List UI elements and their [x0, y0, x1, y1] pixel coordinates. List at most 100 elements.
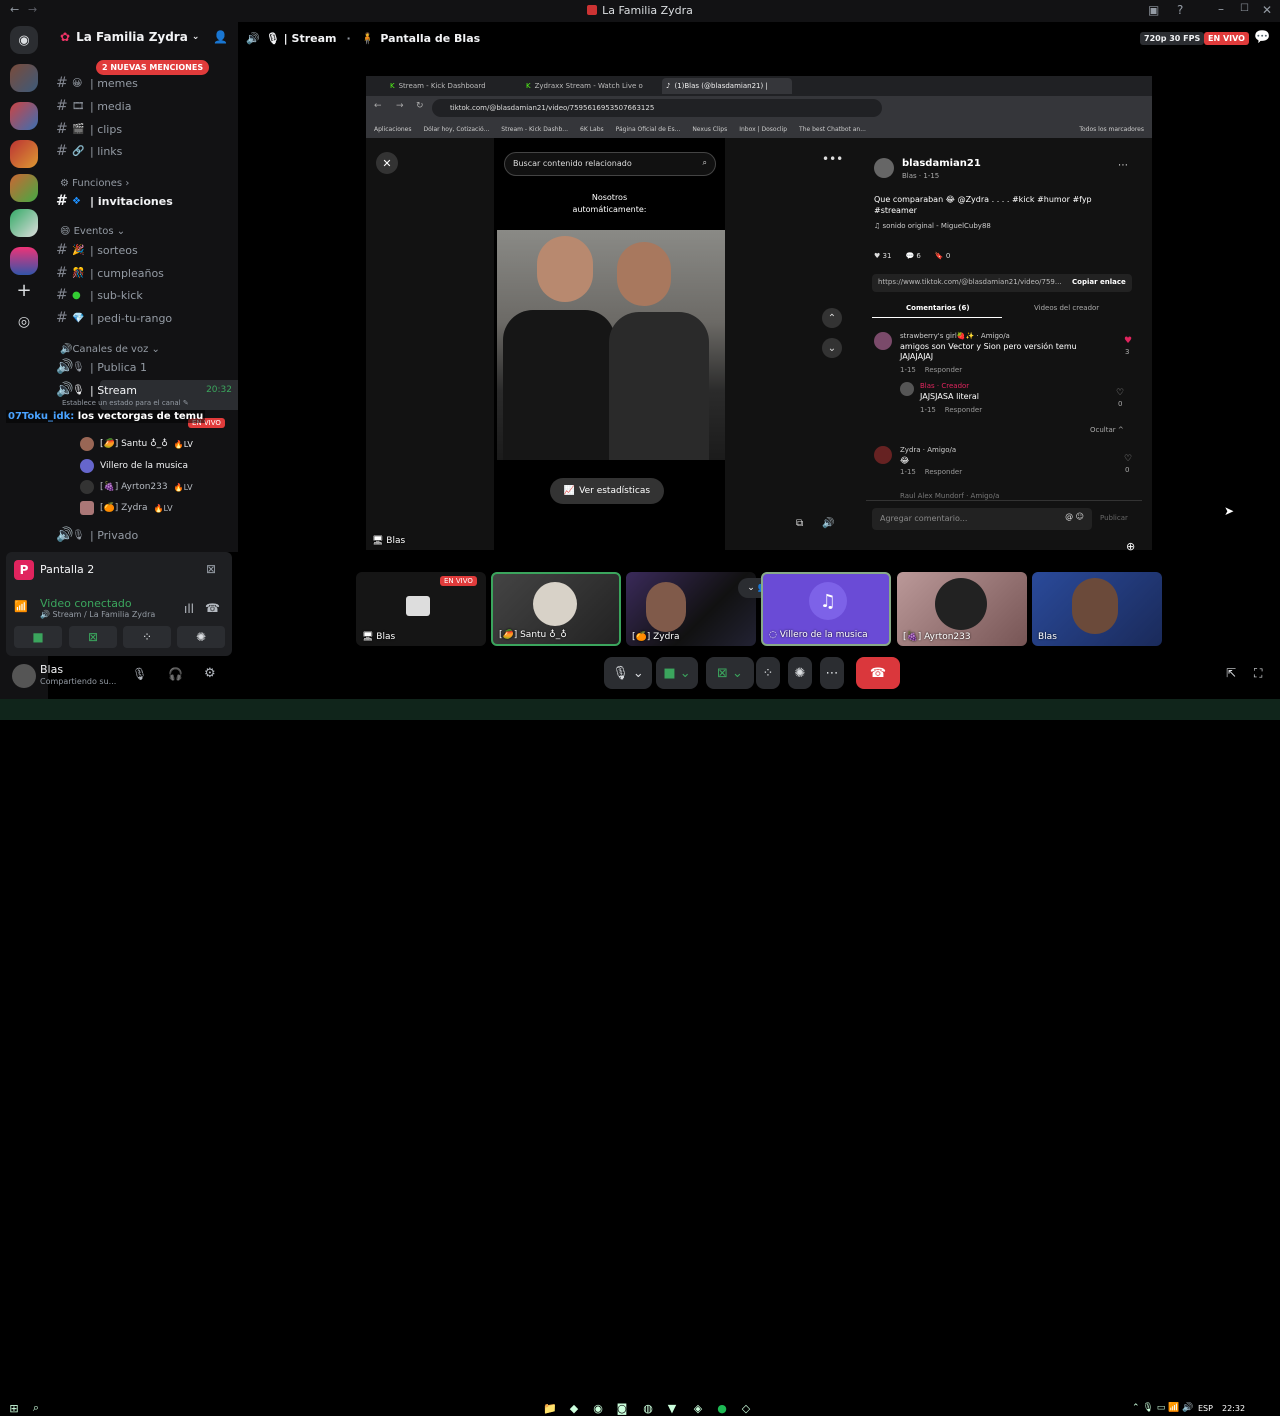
soundboard-button[interactable]: ✺: [788, 657, 812, 689]
connection-status[interactable]: Video conectado: [40, 597, 132, 610]
shared-screen[interactable]: K Stream - Kick Dashboard K Zydraxx Stream…: [366, 76, 1152, 550]
avatar[interactable]: [12, 664, 36, 688]
browser-tab-active[interactable]: ♪ (1)Blas (@blasdamian21) |: [662, 78, 792, 94]
server-header[interactable]: ✿ La Familia Zydra ⌄ 👤: [48, 22, 238, 52]
voice-stream[interactable]: 🔊 🎙 | Stream 20:32: [56, 380, 232, 400]
zoom-icon[interactable]: ⊕: [1126, 540, 1135, 553]
hide-replies-button[interactable]: Ocultar ^: [1090, 426, 1124, 434]
mic-icon[interactable]: 🎙: [132, 667, 147, 681]
channel-media[interactable]: # 🎞 | media: [56, 96, 232, 116]
avatar[interactable]: [874, 158, 894, 178]
obs-icon[interactable]: ◉: [590, 1400, 606, 1416]
comment-meta[interactable]: 1-15 Responder: [900, 366, 962, 374]
bookmark[interactable]: Stream - Kick Dashb...: [501, 126, 568, 133]
close-window-button[interactable]: ✕: [1262, 3, 1272, 17]
camera-button[interactable]: ■ ⌄: [656, 657, 698, 689]
app-icon[interactable]: ◈: [690, 1400, 706, 1416]
noise-icon[interactable]: ıll: [184, 602, 194, 616]
tab-comments[interactable]: Comentarios (6): [906, 304, 970, 312]
windows-start-icon[interactable]: ⊞: [6, 1400, 22, 1416]
maximize-button[interactable]: ☐: [1240, 3, 1249, 14]
system-tray[interactable]: ⌃ 🎙 ▭ 📶 🔊: [1132, 1403, 1193, 1413]
comment-button[interactable]: 💬 6: [905, 252, 920, 260]
like-button[interactable]: ♥ 31: [874, 252, 891, 260]
file-explorer-icon[interactable]: 📁: [542, 1400, 558, 1416]
save-button[interactable]: 🔖 0: [935, 252, 950, 260]
category-canales-de-voz[interactable]: 🔊Canales de voz ⌄: [60, 344, 160, 355]
close-icon[interactable]: ✕: [376, 152, 398, 174]
steam-icon[interactable]: ◆: [566, 1400, 582, 1416]
screen-share-button[interactable]: ⊠: [69, 626, 117, 648]
channel-sub-kick[interactable]: # ● | sub-kick: [56, 285, 232, 305]
fullscreen-icon[interactable]: ⛶: [1254, 666, 1262, 681]
channel-status[interactable]: Establece un estado para el canal ✎: [62, 399, 189, 407]
reload-icon[interactable]: ↻: [416, 101, 424, 111]
channel-invitaciones[interactable]: # ❖ | invitaciones: [56, 191, 232, 211]
channel-clips[interactable]: # 🎬 | clips: [56, 119, 232, 139]
voice-member-ayrton[interactable]: [🍇] Ayrton233🔥LV■: [80, 477, 238, 497]
gear-icon[interactable]: ⚙: [204, 666, 216, 681]
chrome-icon[interactable]: ◍: [640, 1400, 656, 1416]
bookmark[interactable]: Nexus Clips: [692, 126, 727, 133]
server-la-familia-zydra[interactable]: [10, 174, 38, 202]
browser-tab[interactable]: K Stream - Kick Dashboard: [390, 78, 520, 94]
post-button[interactable]: Publicar: [1100, 514, 1128, 522]
discord-home-icon[interactable]: ◉: [10, 26, 38, 54]
participant-tile[interactable]: Blas: [1032, 572, 1162, 646]
comment-user[interactable]: Zydra · Amigo/a: [900, 446, 956, 454]
bookmark[interactable]: 6K Labs: [580, 126, 604, 133]
author-name[interactable]: blasdamian21: [902, 158, 981, 169]
spotify-icon[interactable]: ●: [714, 1400, 730, 1416]
up-arrow-icon[interactable]: ⌃: [822, 308, 842, 328]
pip-icon[interactable]: ⧉: [796, 518, 803, 529]
leave-call-button[interactable]: ☎: [856, 657, 900, 689]
disconnect-icon[interactable]: ☎: [205, 601, 220, 615]
down-arrow-icon[interactable]: ⌄: [822, 338, 842, 358]
category-eventos[interactable]: 😄 Eventos ⌄: [60, 226, 125, 237]
help-icon[interactable]: ?: [1177, 3, 1183, 17]
video-button[interactable]: ■: [14, 626, 62, 648]
back-icon[interactable]: ←: [374, 101, 382, 111]
chat-icon[interactable]: 💬: [1254, 30, 1270, 45]
bookmark-all[interactable]: Todos los marcadores: [1079, 126, 1144, 133]
channel-links[interactable]: # 🔗 | links: [56, 141, 232, 161]
activities-button[interactable]: ⁘: [756, 657, 780, 689]
forward-icon[interactable]: →: [396, 101, 404, 111]
inbox-icon[interactable]: ▣: [1148, 3, 1159, 17]
voice-publica-1[interactable]: 🔊 🎙 | Publica 1: [56, 357, 232, 377]
more-icon[interactable]: ⋯: [1118, 160, 1128, 171]
channel-cumpleanos[interactable]: # 🎊 | cumpleaños: [56, 263, 232, 283]
language-indicator[interactable]: ESP: [1198, 1404, 1213, 1413]
clock[interactable]: 22:32: [1222, 1404, 1245, 1413]
participant-tile[interactable]: [🍇] Ayrton233: [897, 572, 1027, 646]
close-pantalla-icon[interactable]: ⊠: [206, 562, 216, 576]
mic-button[interactable]: 🎙 ⌄: [604, 657, 652, 689]
bookmark[interactable]: Inbox | Dosoclip: [739, 126, 787, 133]
participant-tile[interactable]: [🍊] Zydra: [626, 572, 756, 646]
address-bar[interactable]: tiktok.com/@blasdamian21/video/759561695…: [432, 99, 882, 117]
comment-meta[interactable]: 1-15 Responder: [900, 468, 962, 476]
copy-link-button[interactable]: Copiar enlace: [1072, 278, 1126, 286]
comment-user[interactable]: Blas · Creador: [920, 382, 969, 390]
channel-sorteos[interactable]: # 🎉 | sorteos: [56, 240, 232, 260]
voice-member-zydra[interactable]: [🍊] Zydra🔥LV■: [80, 498, 238, 518]
heart-icon[interactable]: ♥: [1124, 336, 1132, 346]
more-options-button[interactable]: ⋯: [820, 657, 844, 689]
soundboard-button[interactable]: ✺: [177, 626, 225, 648]
related-search[interactable]: Buscar contenido relacionado ⌕: [504, 152, 716, 176]
app-icon-2[interactable]: ◇: [738, 1400, 754, 1416]
sound-info[interactable]: ♫ sonido original - MiguelCuby88: [874, 222, 991, 230]
server-folder-3[interactable]: [10, 140, 38, 168]
popout-icon[interactable]: ⇱: [1226, 666, 1236, 680]
server-folder-2[interactable]: [10, 102, 38, 130]
voice-member-villero[interactable]: Villero de la musica◌: [80, 456, 238, 476]
heart-icon[interactable]: ♡: [1124, 454, 1132, 464]
bookmark[interactable]: Página Oficial de Es...: [616, 126, 681, 133]
minimize-button[interactable]: –: [1218, 2, 1224, 16]
volume-icon[interactable]: 🔊: [822, 518, 834, 529]
comment-input[interactable]: Agregar comentario... @ ☺: [872, 508, 1092, 530]
comment-user[interactable]: strawberry's girl🍓✨ · Amigo/a: [900, 332, 1010, 340]
channel-pedi-tu-rango[interactable]: # 💎 | pedi-tu-rango: [56, 308, 232, 328]
server-icon-5[interactable]: [10, 247, 38, 275]
voice-privado[interactable]: 🔊 🎙 | Privado: [56, 525, 232, 545]
